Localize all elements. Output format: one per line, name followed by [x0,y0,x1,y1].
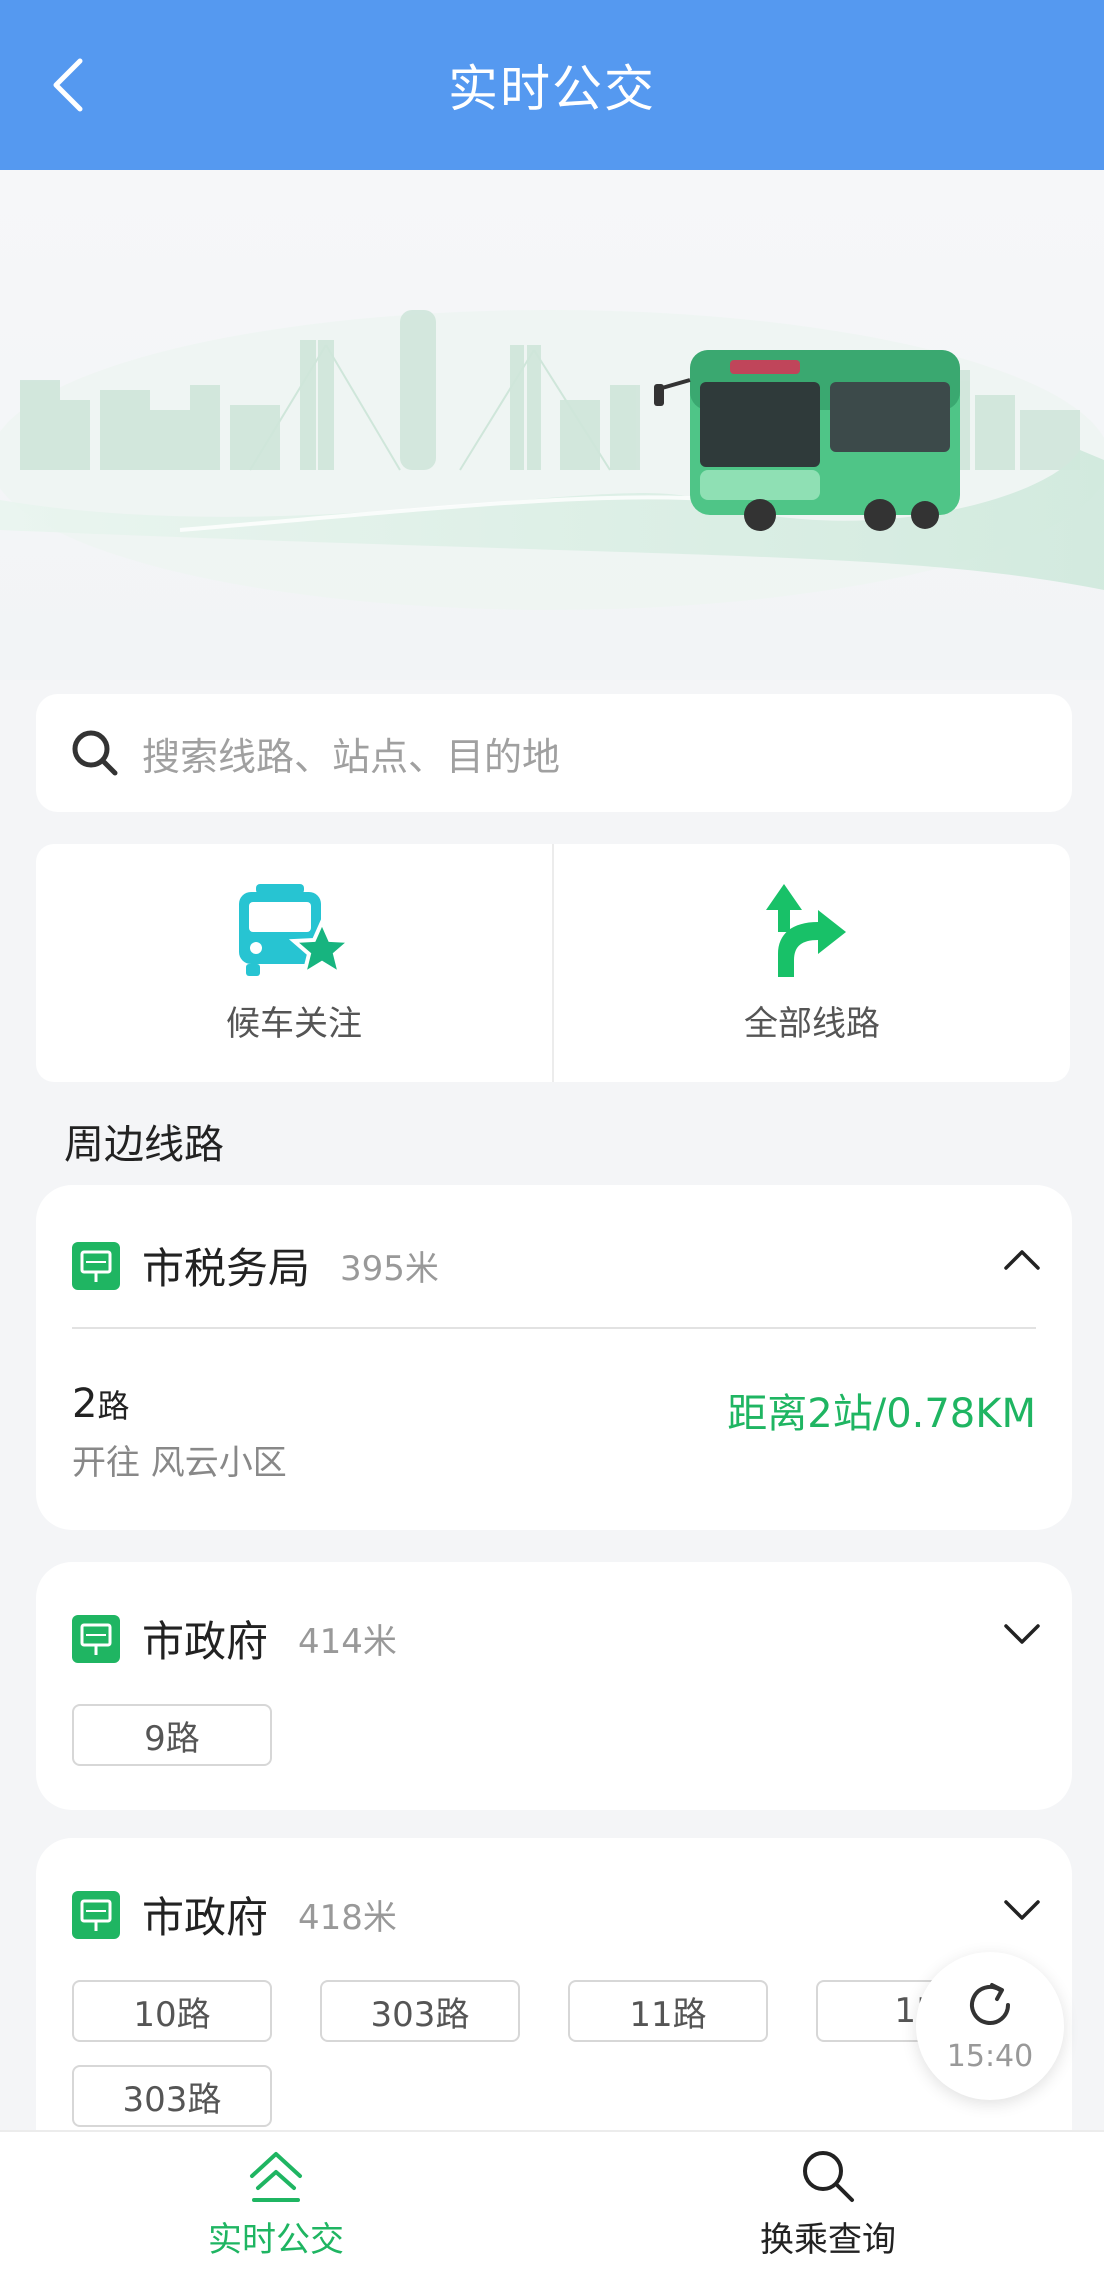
quick-actions: 候车关注 全部线路 [36,844,1070,1082]
refresh-icon [970,1982,1010,2025]
nav-label: 换乘查询 [760,2219,896,2260]
page-title: 实时公交 [448,60,656,118]
chevron-up-icon[interactable] [1002,1240,1042,1280]
route-arrow-icon [766,883,846,977]
nav-transfer-query[interactable]: 换乘查询 [552,2132,1104,2276]
search-icon [72,730,118,776]
chevron-down-icon[interactable] [1002,1614,1042,1654]
stop-card[interactable]: 市税务局 395米 2路 开往 风云小区 距离2站/0.78KM [36,1185,1072,1530]
route-chip[interactable]: 10路 [72,1980,272,2042]
back-arrow-icon [53,58,83,112]
divider [72,1327,1036,1329]
search-placeholder: 搜索线路、站点、目的地 [142,734,561,779]
route-name[interactable]: 2路 [72,1381,129,1427]
refresh-button[interactable]: 15:40 [916,1952,1064,2100]
stop-name: 市政府 [142,1617,269,1666]
stop-name: 市政府 [142,1893,269,1942]
route-direction: 开往 风云小区 [72,1443,287,1483]
stop-distance: 414米 [298,1622,397,1662]
route-chip[interactable]: 9路 [72,1704,272,1766]
bus-stop-icon [72,1614,120,1663]
bus-stop-icon [72,1890,120,1939]
city-bus-banner [0,170,1104,680]
waiting-follow-button[interactable]: 候车关注 [36,844,552,1082]
home-icon [250,2151,302,2202]
waiting-follow-label: 候车关注 [226,1003,362,1044]
stop-name: 市税务局 [142,1244,311,1293]
all-routes-label: 全部线路 [744,1003,880,1044]
nearby-routes-title: 周边线路 [64,1122,224,1168]
stop-distance: 418米 [298,1898,397,1938]
bus-stop-icon [72,1241,120,1290]
stop-card[interactable]: 市政府 414米 9路 [36,1562,1072,1810]
nav-label: 实时公交 [208,2219,344,2260]
search-bar[interactable]: 搜索线路、站点、目的地 [36,694,1072,812]
stop-card[interactable]: 市政府 418米 10路 303路 11路 15 303路 [36,1838,1072,2168]
chevron-down-icon[interactable] [1002,1890,1042,1930]
route-eta: 距离2站/0.78KM [727,1391,1036,1437]
stop-distance: 395米 [340,1249,439,1289]
route-chip[interactable]: 303路 [320,1980,520,2042]
bus-star-icon [239,883,354,978]
route-chip[interactable]: 11路 [568,1980,768,2042]
stop-header[interactable]: 市政府 418米 [72,1884,397,1945]
stop-header[interactable]: 市税务局 395米 [72,1235,439,1296]
search-icon [803,2150,854,2202]
refresh-time: 15:40 [946,2038,1034,2074]
app-header: 实时公交 [0,0,1104,170]
nav-realtime-bus[interactable]: 实时公交 [0,2132,552,2276]
back-button[interactable] [38,50,98,120]
stop-header[interactable]: 市政府 414米 [72,1608,397,1669]
bottom-nav: 实时公交 换乘查询 [0,2130,1104,2276]
all-routes-button[interactable]: 全部线路 [552,844,1070,1082]
route-chip[interactable]: 303路 [72,2065,272,2127]
